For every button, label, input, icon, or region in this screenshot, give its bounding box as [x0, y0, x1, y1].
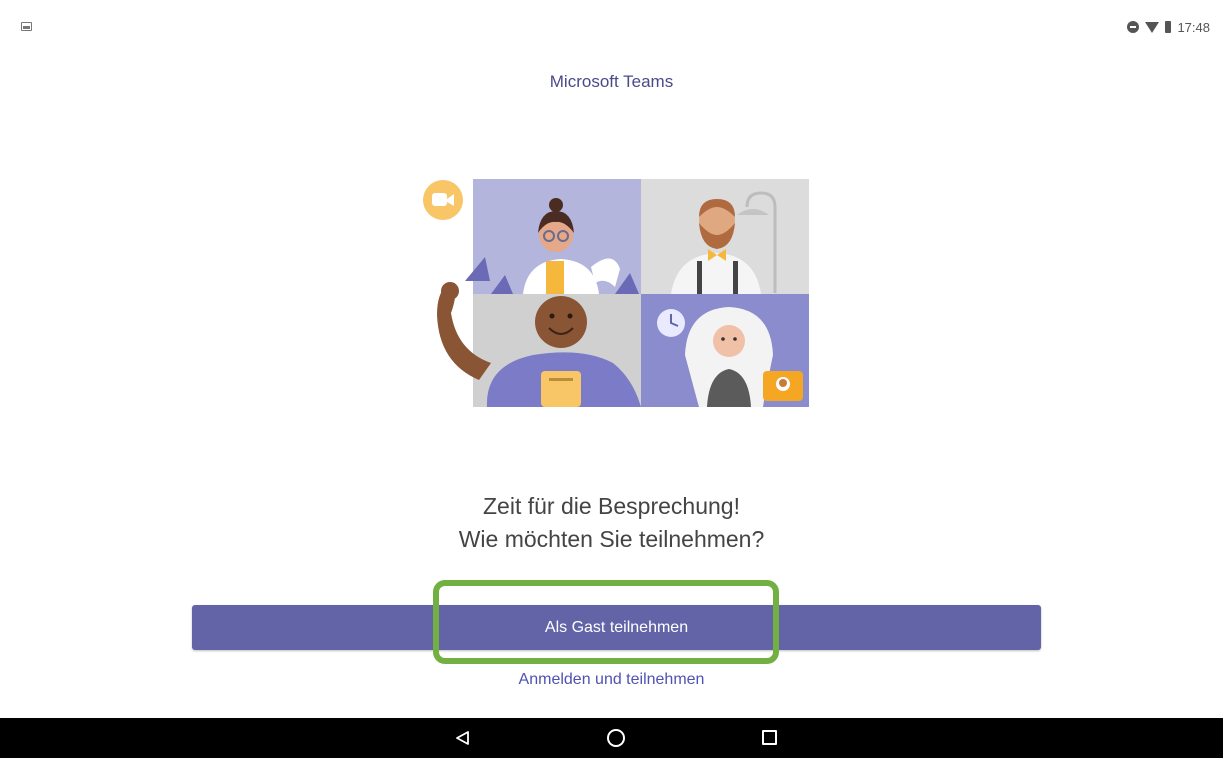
meeting-illustration [423, 179, 809, 407]
tile-person-beard [641, 179, 809, 294]
video-camera-icon [423, 180, 463, 220]
sign-in-and-join-row: Anmelden und teilnehmen [0, 671, 1223, 689]
sign-in-and-join-link[interactable]: Anmelden und teilnehmen [519, 671, 705, 688]
back-icon[interactable] [455, 730, 471, 746]
tile-person-waving [437, 282, 641, 407]
meeting-heading: Zeit für die Besprechung! Wie möchten Si… [0, 490, 1223, 556]
tile-person-white-hair [641, 294, 809, 407]
status-time: 17:48 [1177, 19, 1210, 35]
home-icon[interactable] [607, 729, 625, 747]
status-bar: 17:48 [0, 0, 1223, 56]
navigation-bar [0, 718, 1223, 758]
image-notification-icon [21, 22, 32, 31]
status-icons: 17:48 [1127, 19, 1210, 35]
teams-join-screen: 17:48 Microsoft Teams Zeit für die Bespr… [0, 0, 1223, 758]
tile-person-glasses [465, 179, 641, 294]
wifi-icon [1145, 21, 1160, 33]
app-title: Microsoft Teams [549, 72, 674, 91]
do-not-disturb-icon [1127, 21, 1140, 33]
recents-icon[interactable] [762, 730, 777, 745]
battery-icon [1165, 21, 1172, 33]
heading-line-2: Wie möchten Sie teilnehmen? [458, 526, 765, 552]
heading-line-1: Zeit für die Besprechung! [483, 493, 740, 519]
clock-icon [657, 309, 685, 337]
join-as-guest-button[interactable]: Als Gast teilnehmen [192, 605, 1041, 650]
join-as-guest-label: Als Gast teilnehmen [544, 618, 689, 636]
